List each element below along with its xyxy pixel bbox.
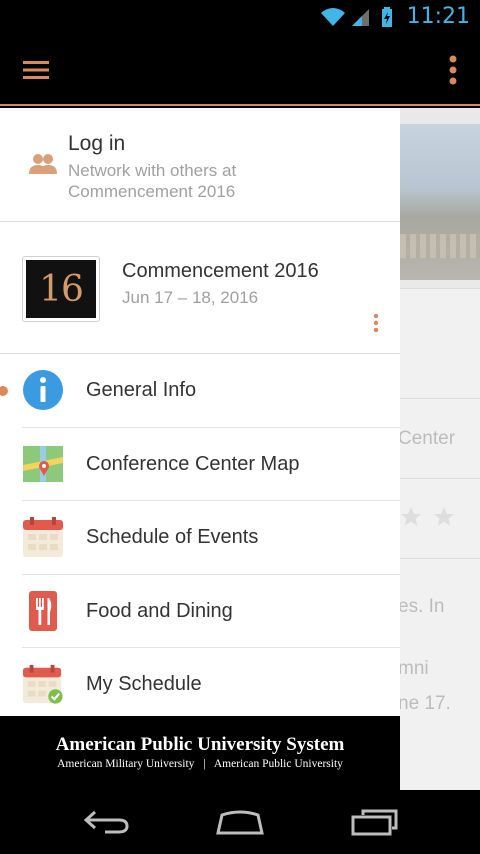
event-dates: Jun 17 – 18, 2016 bbox=[122, 288, 259, 307]
bg-text: ne 17. bbox=[400, 693, 451, 714]
nav-item-label: My Schedule bbox=[86, 673, 202, 695]
hamburger-icon bbox=[23, 61, 49, 79]
login-subtitle: Network with others at Commencement 2016 bbox=[68, 161, 237, 201]
hero-image-detail bbox=[400, 234, 480, 258]
overflow-dots-icon bbox=[373, 313, 379, 333]
active-indicator bbox=[0, 386, 8, 396]
nav-item-schedule-of-events[interactable]: Schedule of Events bbox=[22, 501, 400, 575]
nav-item-label: Conference Center Map bbox=[86, 452, 300, 475]
event-logo: 16 bbox=[22, 256, 100, 322]
people-icon bbox=[29, 154, 57, 174]
home-button[interactable] bbox=[210, 806, 270, 838]
nav-item-label: General Info bbox=[86, 379, 197, 401]
bg-text: Center bbox=[400, 428, 456, 449]
event-row[interactable]: 16 Commencement 2016 Jun 17 – 18, 2016 bbox=[0, 222, 400, 354]
event-title: Commencement 2016 bbox=[122, 260, 319, 282]
login-title: Log in bbox=[68, 132, 126, 155]
nav-item-general-info[interactable]: General Info bbox=[0, 354, 400, 428]
status-bar: 11:21 bbox=[0, 0, 480, 34]
status-time: 11:21 bbox=[406, 4, 470, 29]
login-row[interactable]: Log in Network with others at Commenceme… bbox=[0, 108, 400, 222]
event-logo-text: 16 bbox=[26, 260, 96, 318]
star-icon bbox=[401, 507, 454, 526]
wifi-icon bbox=[321, 8, 345, 26]
footer-sub-left: American Military University bbox=[57, 758, 195, 770]
calendar-check-icon bbox=[22, 663, 64, 705]
rating-stars bbox=[400, 506, 460, 533]
home-icon bbox=[216, 810, 264, 835]
recents-button[interactable] bbox=[344, 806, 404, 838]
food-icon bbox=[22, 590, 64, 632]
app-bar bbox=[0, 34, 480, 106]
navigation-drawer: Log in Network with others at Commenceme… bbox=[0, 108, 400, 790]
footer-title: American Public University System bbox=[55, 734, 345, 755]
signal-icon bbox=[352, 9, 369, 26]
footer-sub-right: American Public University bbox=[213, 758, 343, 770]
bg-card bbox=[400, 288, 480, 398]
bg-text: mni bbox=[400, 658, 429, 679]
battery-icon bbox=[382, 7, 392, 27]
nav-item-label: Food and Dining bbox=[86, 599, 233, 622]
footer-separator: | bbox=[203, 758, 206, 770]
overflow-dots-icon bbox=[449, 55, 457, 85]
back-button[interactable] bbox=[77, 806, 137, 838]
background-content: Center es. In mni ne 17. bbox=[400, 108, 480, 790]
calendar-icon bbox=[22, 516, 64, 558]
overflow-menu-button[interactable] bbox=[440, 52, 466, 88]
recents-icon bbox=[351, 809, 398, 836]
brand-footer: American Public University System Americ… bbox=[0, 716, 400, 790]
info-icon bbox=[22, 369, 64, 411]
nav-item-my-schedule[interactable]: My Schedule bbox=[22, 648, 400, 722]
footer-subtitle: American Military University | American … bbox=[0, 758, 400, 770]
status-icons bbox=[320, 6, 394, 28]
drawer-nav-list: General Info Conference Center Map Sched… bbox=[0, 354, 400, 722]
hamburger-menu-button[interactable] bbox=[18, 54, 54, 86]
system-nav-bar bbox=[0, 790, 480, 854]
map-icon bbox=[22, 443, 64, 485]
hero-image bbox=[400, 124, 480, 280]
bg-text: es. In bbox=[400, 596, 445, 617]
nav-item-label: Schedule of Events bbox=[86, 526, 259, 548]
nav-item-food-dining[interactable]: Food and Dining bbox=[22, 575, 400, 648]
event-more-button[interactable] bbox=[366, 308, 386, 338]
nav-item-conference-map[interactable]: Conference Center Map bbox=[22, 428, 400, 501]
back-icon bbox=[83, 810, 129, 834]
